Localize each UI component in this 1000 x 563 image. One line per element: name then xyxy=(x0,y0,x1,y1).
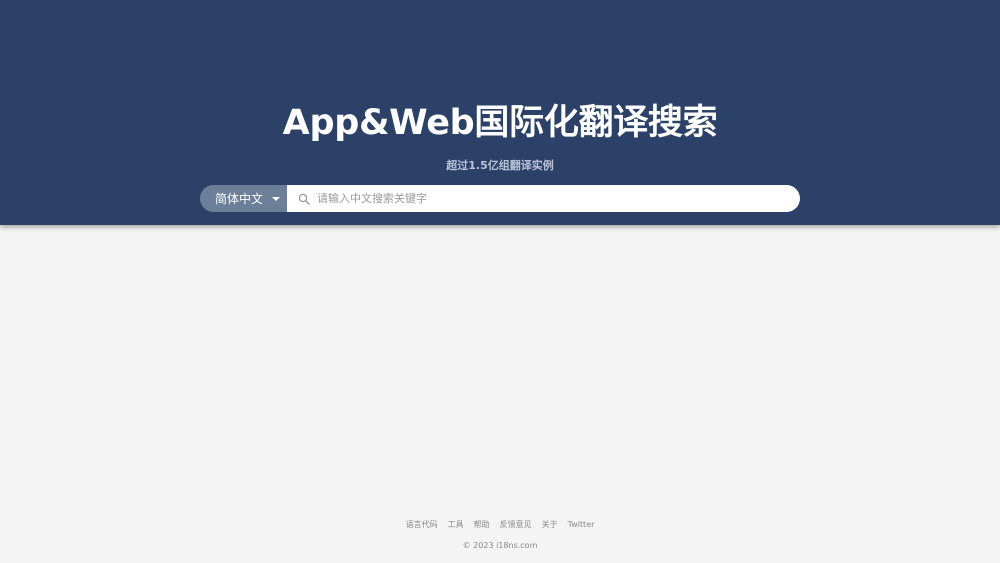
search-field[interactable] xyxy=(287,185,800,212)
search-input[interactable] xyxy=(317,186,800,211)
search-icon xyxy=(297,192,311,206)
caret-down-icon xyxy=(272,196,281,201)
page-subtitle: 超过1.5亿组翻译实例 xyxy=(446,159,554,172)
footer-link-tools[interactable]: 工具 xyxy=(448,519,464,531)
footer-link-help[interactable]: 帮助 xyxy=(474,519,490,531)
search-bar: 简体中文 xyxy=(200,185,800,212)
footer-link-twitter[interactable]: Twitter xyxy=(568,519,595,531)
language-select-label: 简体中文 xyxy=(215,192,264,206)
footer-link-feedback[interactable]: 反馈意见 xyxy=(500,519,532,531)
hero-header: App&Web国际化翻译搜索 超过1.5亿组翻译实例 简体中文 xyxy=(0,0,1000,225)
copyright-text: © 2023 i18ns.com xyxy=(462,541,538,550)
page-title: App&Web国际化翻译搜索 xyxy=(282,103,718,143)
footer-link-about[interactable]: 关于 xyxy=(542,519,558,531)
footer-link-language-codes[interactable]: 语言代码 xyxy=(406,519,438,531)
footer-links: 语言代码 工具 帮助 反馈意见 关于 Twitter xyxy=(0,519,1000,531)
language-select[interactable]: 简体中文 xyxy=(200,185,287,212)
